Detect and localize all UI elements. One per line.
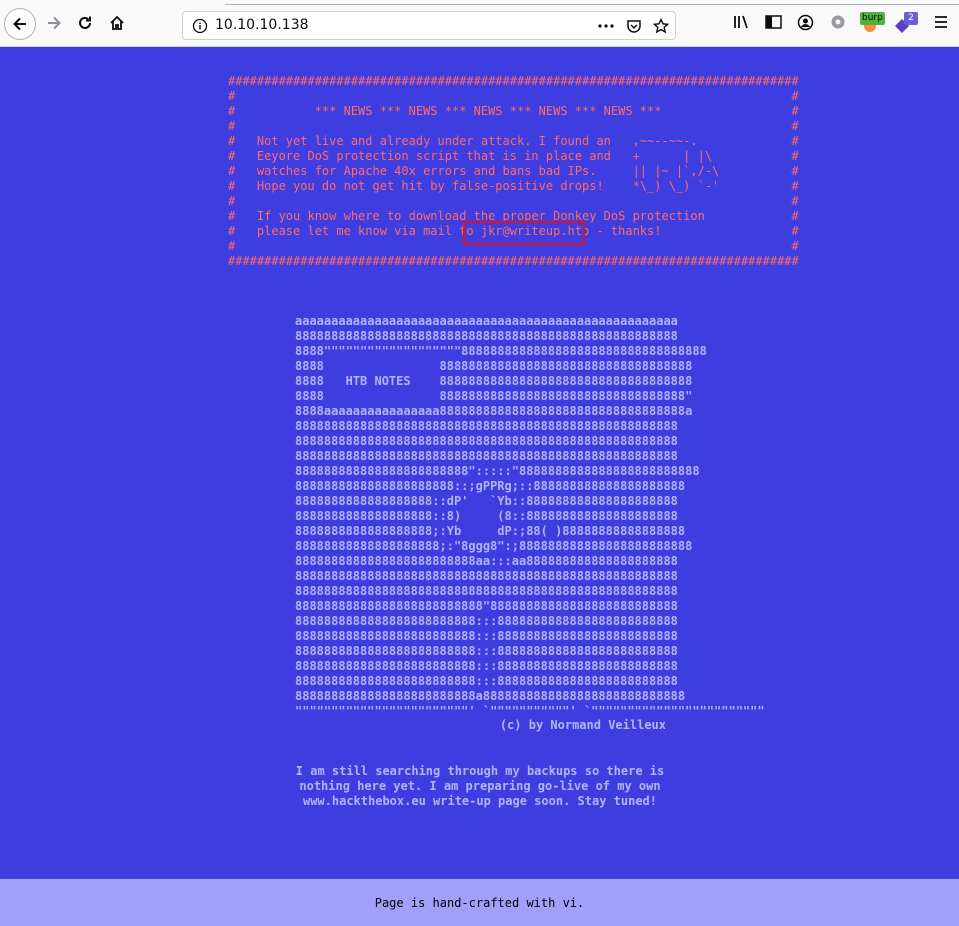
ascii-line: 88888888888888888888888888"8888888888888…	[295, 599, 678, 613]
ascii-line: aaaaaaaaaaaaaaaaaaaaaaaaaaaaaaaaaaaaaaaa…	[295, 314, 678, 328]
status-message: I am still searching through my backups …	[280, 764, 680, 809]
settings-gear-icon[interactable]	[830, 14, 846, 34]
ascii-line: 8888 8888888888888888888888888888888888"	[295, 389, 693, 403]
ascii-line: 8888888888888888888888888888888888888888…	[295, 584, 678, 598]
page-footer: Page is hand-crafted with vi.	[0, 879, 959, 926]
ascii-line: 8888 88888888888888888888888888888888888	[295, 359, 693, 373]
news-line: # Not yet live and already under attack.…	[228, 134, 799, 148]
info-icon[interactable]	[192, 18, 208, 38]
ascii-line: 8888888888888888888;:Yb dP:;88( )8888888…	[295, 524, 686, 538]
pocket-icon[interactable]	[626, 18, 642, 38]
news-line: # Hope you do not get hit by false-posit…	[228, 179, 799, 193]
news-line: # Eeyore DoS protection script that is i…	[228, 149, 799, 163]
news-line: # watches for Apache 40x errors and bans…	[228, 164, 799, 178]
forward-arrow-icon	[48, 16, 61, 30]
back-arrow-icon	[13, 17, 26, 31]
ascii-line: """"""""""""""""""""""""' `"""""""""""' …	[295, 704, 765, 718]
home-button[interactable]	[103, 9, 131, 37]
ascii-line: 8888888888888888888888888:::888888888888…	[295, 644, 678, 658]
ascii-line: 8888888888888888888888888888888888888888…	[295, 329, 678, 343]
ascii-line: 8888888888888888888888888888888888888888…	[295, 419, 678, 433]
ascii-line: 8888888888888888888::dP' `Yb::8888888888…	[295, 494, 678, 508]
ascii-line: 8888888888888888888::8) (8::888888888888…	[295, 509, 678, 523]
email-highlight-box	[463, 221, 585, 245]
ascii-line: 8888888888888888888888888888888888888888…	[295, 569, 678, 583]
news-line: # #	[228, 194, 799, 208]
ascii-line: 8888888888888888888888888888888888888888…	[295, 449, 678, 463]
back-button[interactable]	[4, 8, 36, 40]
tab-strip	[225, 0, 959, 5]
news-line: # #	[228, 89, 799, 103]
notification-count-badge: 2	[904, 12, 918, 25]
news-line: ########################################…	[228, 74, 799, 88]
news-line: # *** NEWS *** NEWS *** NEWS *** NEWS **…	[228, 104, 799, 118]
message-line: nothing here yet. I am preparing go-live…	[299, 779, 661, 793]
message-line: I am still searching through my backups …	[295, 764, 665, 778]
ascii-line: 888888888888888888888888":::::"888888888…	[295, 464, 700, 478]
ascii-line: 8888888888888888888888888:::888888888888…	[295, 659, 678, 673]
browser-toolbar: 10.10.10.138 burp 2	[0, 0, 959, 47]
address-bar[interactable]: 10.10.10.138	[182, 11, 676, 40]
sidebar-icon[interactable]	[765, 14, 782, 34]
ascii-line: 88888888888888888888;:"8ggg8":;888888888…	[295, 539, 693, 553]
burp-badge: burp	[860, 12, 885, 25]
ascii-line: 8888888888888888888888888a88888888888888…	[295, 689, 686, 703]
library-icon[interactable]	[733, 14, 751, 34]
bookmark-star-icon[interactable]	[652, 17, 670, 38]
home-icon	[110, 15, 124, 30]
ascii-line: 8888888888888888888888888aa:::aa88888888…	[295, 554, 678, 568]
news-line: # #	[228, 119, 799, 133]
ascii-line: 8888 HTB NOTES 8888888888888888888888888…	[295, 374, 693, 388]
ascii-line: 8888aaaaaaaaaaaaaaaa88888888888888888888…	[295, 404, 693, 418]
message-line: www.hackthebox.eu write-up page soon. St…	[302, 794, 657, 808]
ascii-credit: (c) by Normand Veilleux	[499, 718, 666, 732]
hamburger-menu-icon[interactable]	[933, 14, 949, 34]
ascii-line: 8888888888888888888888::;gPPRg;::8888888…	[295, 479, 686, 493]
footer-text: Page is hand-crafted with vi.	[374, 895, 585, 910]
ascii-line: 8888888888888888888888888:::888888888888…	[295, 614, 678, 628]
more-dots-icon[interactable]	[597, 18, 615, 38]
ascii-line: 8888"""""""""""""""""""88888888888888888…	[295, 344, 707, 358]
account-icon[interactable]	[797, 14, 814, 35]
url-text[interactable]: 10.10.10.138	[215, 17, 309, 33]
htb-notes-ascii-art: aaaaaaaaaaaaaaaaaaaaaaaaaaaaaaaaaaaaaaaa…	[295, 314, 765, 719]
forward-button[interactable]	[40, 9, 68, 37]
reload-button[interactable]	[71, 9, 99, 37]
ascii-line: 8888888888888888888888888:::888888888888…	[295, 629, 678, 643]
ascii-line: 8888888888888888888888888888888888888888…	[295, 434, 678, 448]
ascii-line: 8888888888888888888888888:::888888888888…	[295, 674, 678, 688]
news-line: ########################################…	[228, 254, 799, 268]
reload-icon	[79, 16, 91, 29]
